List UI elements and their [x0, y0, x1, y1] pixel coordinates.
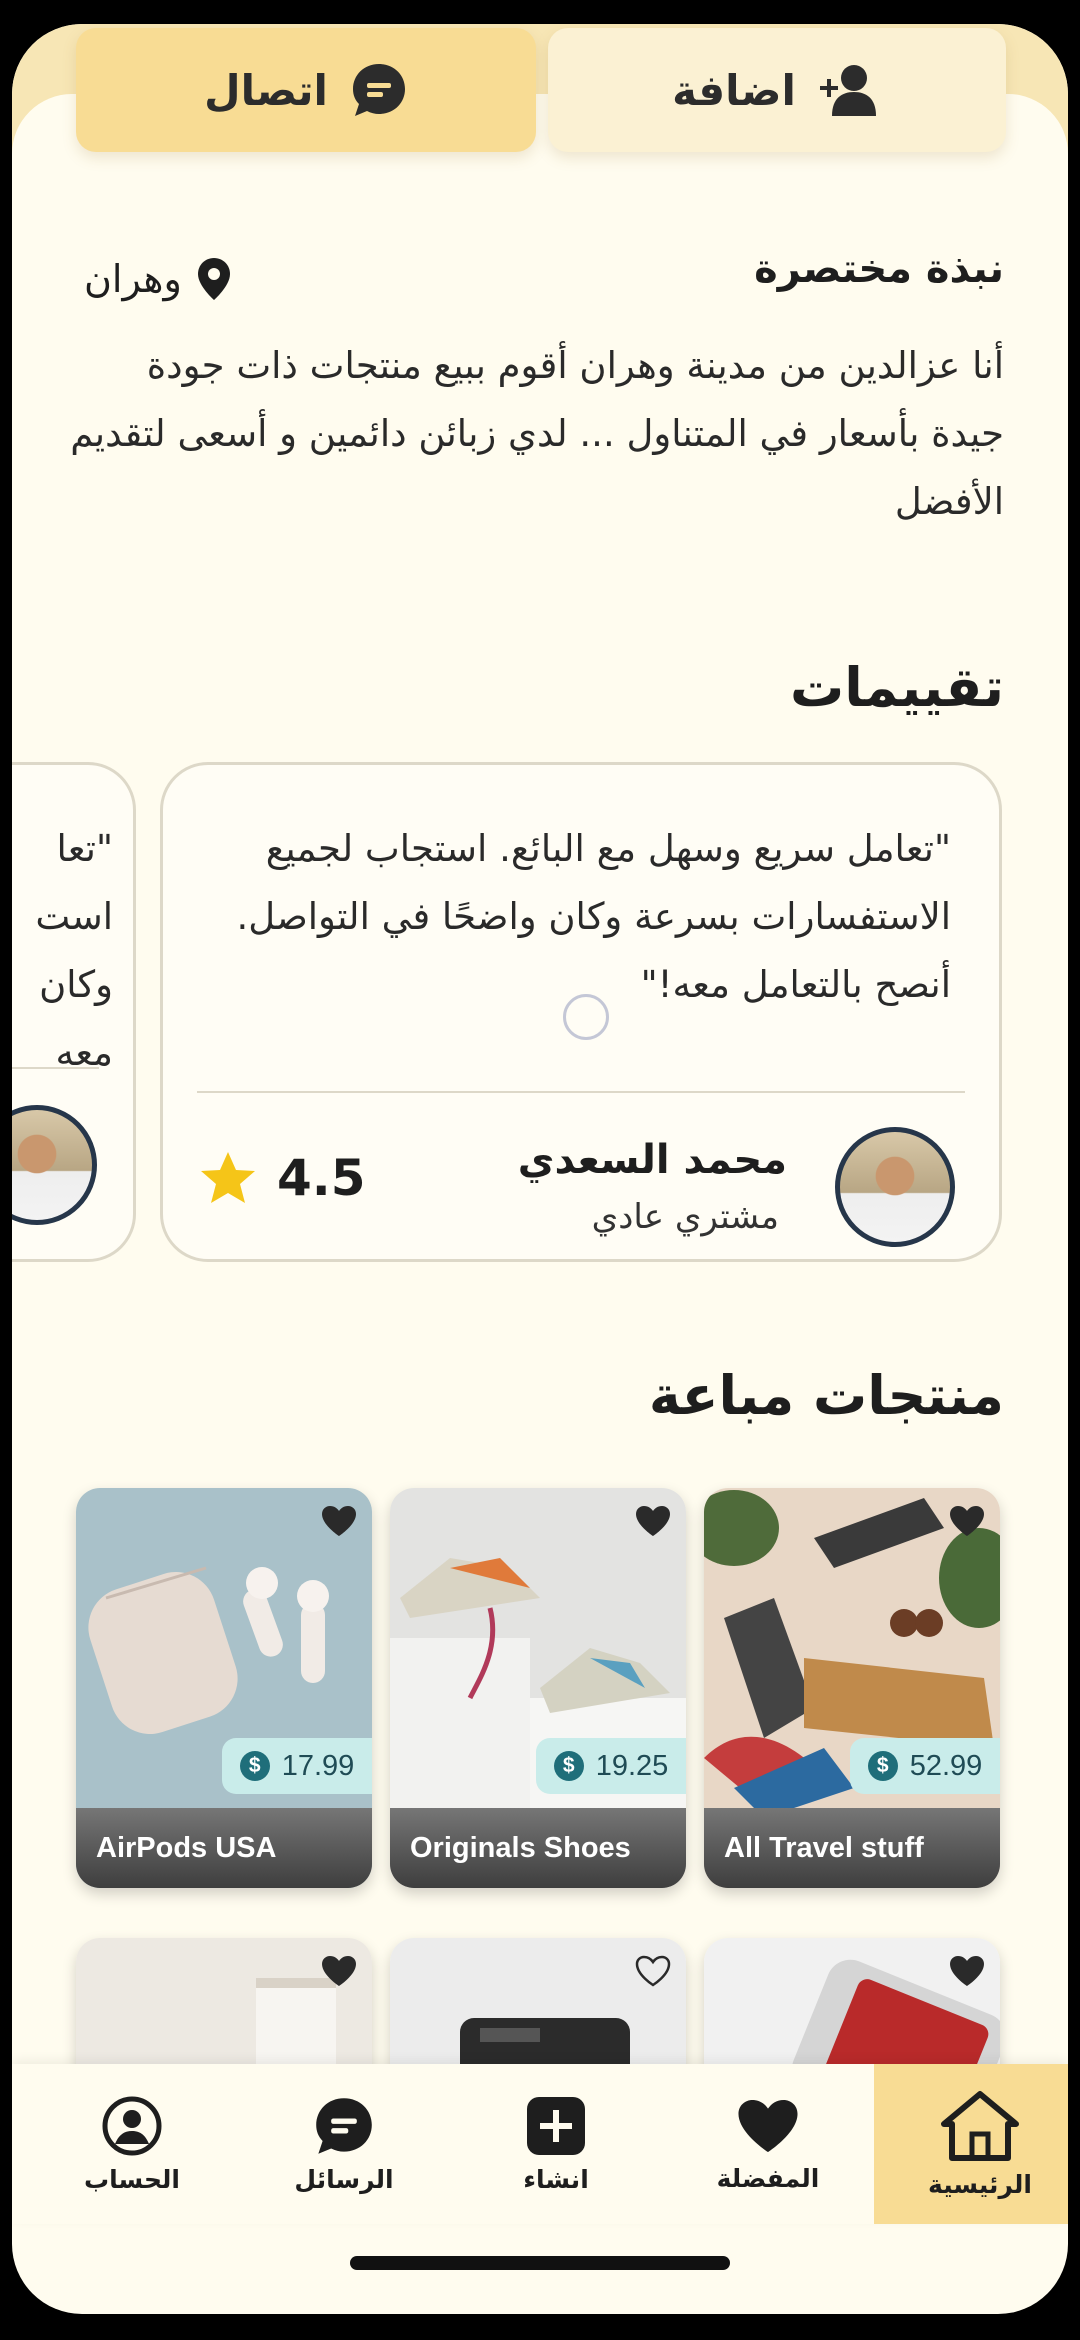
screen: اضافة اتصال نبذة مختصرة وهران أنا عزالدي…: [12, 24, 1068, 2314]
peek-line: معه: [55, 1031, 113, 1074]
reviews-title: تقييمات: [790, 656, 1004, 719]
price-badge: $ 19.25: [536, 1738, 686, 1794]
product-name: All Travel stuff: [704, 1808, 1000, 1888]
peek-line: وكان: [39, 963, 113, 1006]
dollar-icon: $: [239, 1751, 270, 1781]
user-circle-icon: [102, 2096, 162, 2155]
price-value: 52.99: [909, 1749, 983, 1782]
bio-title: نبذة مختصرة: [754, 246, 1004, 292]
chat-icon: [352, 64, 405, 116]
touch-indicator: [563, 994, 609, 1040]
nav-item-messages[interactable]: الرسائل: [238, 2064, 450, 2224]
contact-button[interactable]: اتصال: [76, 28, 536, 152]
avatar: [12, 1105, 97, 1225]
add-user-icon: [819, 65, 876, 116]
add-button[interactable]: اضافة: [548, 28, 1006, 152]
plus-square-icon: [527, 2096, 585, 2155]
product-name: AirPods USA: [76, 1808, 372, 1888]
heart-icon[interactable]: [634, 1504, 672, 1538]
heart-icon: [738, 2099, 798, 2152]
dollar-icon: $: [553, 1751, 584, 1781]
reviewer-name: محمد السعدي: [517, 1137, 787, 1183]
home-indicator[interactable]: [350, 2256, 730, 2270]
price-badge: $ 52.99: [850, 1738, 1000, 1794]
location: وهران: [84, 256, 232, 302]
heart-outline-icon[interactable]: [634, 1954, 672, 1988]
review-card-next[interactable]: "تعا است وكان معه: [12, 762, 136, 1262]
heart-icon[interactable]: [948, 1954, 986, 1988]
bio-text: أنا عزالدين من مدينة وهران أقوم ببيع منت…: [70, 344, 1004, 523]
product-card[interactable]: $ 17.99 AirPods USA: [76, 1488, 372, 1888]
heart-icon[interactable]: [320, 1954, 358, 1988]
product-card[interactable]: $ 52.99 All Travel stuff: [704, 1488, 1000, 1888]
nav-item-favorites[interactable]: المفضلة: [662, 2064, 874, 2224]
home-icon: [941, 2090, 1019, 2161]
nav-label: الرئيسية: [928, 2169, 1032, 2199]
contact-button-label: اتصال: [204, 65, 328, 115]
heart-icon[interactable]: [320, 1504, 358, 1538]
review-divider: [197, 1091, 965, 1093]
add-button-label: اضافة: [672, 65, 796, 115]
location-pin-icon: [197, 258, 230, 300]
price-value: 17.99: [281, 1749, 355, 1782]
peek-line: "تعا: [56, 827, 113, 870]
product-name: Originals Shoes: [390, 1808, 686, 1888]
sold-products-title: منتجات مباعة: [648, 1364, 1004, 1427]
review-text: "تعامل سريع وسهل مع البائع. استجاب لجميع…: [236, 827, 951, 1006]
review-divider: [12, 1067, 99, 1069]
location-label: وهران: [84, 257, 182, 301]
star-icon: [201, 1152, 255, 1203]
avatar: [835, 1127, 955, 1247]
price-value: 19.25: [595, 1749, 669, 1782]
nav-label: انشاء: [523, 2164, 589, 2194]
peek-line: است: [35, 895, 113, 938]
reviewer-role: مشتري عادي: [591, 1197, 779, 1237]
nav-item-account[interactable]: الحساب: [26, 2064, 238, 2224]
nav-item-home[interactable]: الرئيسية: [874, 2064, 1068, 2224]
nav-item-create[interactable]: انشاء: [450, 2064, 662, 2224]
nav-label: الرسائل: [294, 2164, 394, 2194]
bottom-nav: الرئيسية المفضلة انشاء الرسائل الحساب: [12, 2064, 1068, 2224]
rating: 4.5: [199, 1149, 366, 1207]
dollar-icon: $: [867, 1751, 898, 1781]
nav-label: الحساب: [84, 2164, 180, 2194]
price-badge: $ 17.99: [222, 1738, 372, 1794]
heart-icon[interactable]: [948, 1504, 986, 1538]
chat-icon: [316, 2097, 372, 2154]
rating-value: 4.5: [277, 1149, 366, 1207]
product-card[interactable]: $ 19.25 Originals Shoes: [390, 1488, 686, 1888]
nav-label: المفضلة: [716, 2163, 820, 2193]
